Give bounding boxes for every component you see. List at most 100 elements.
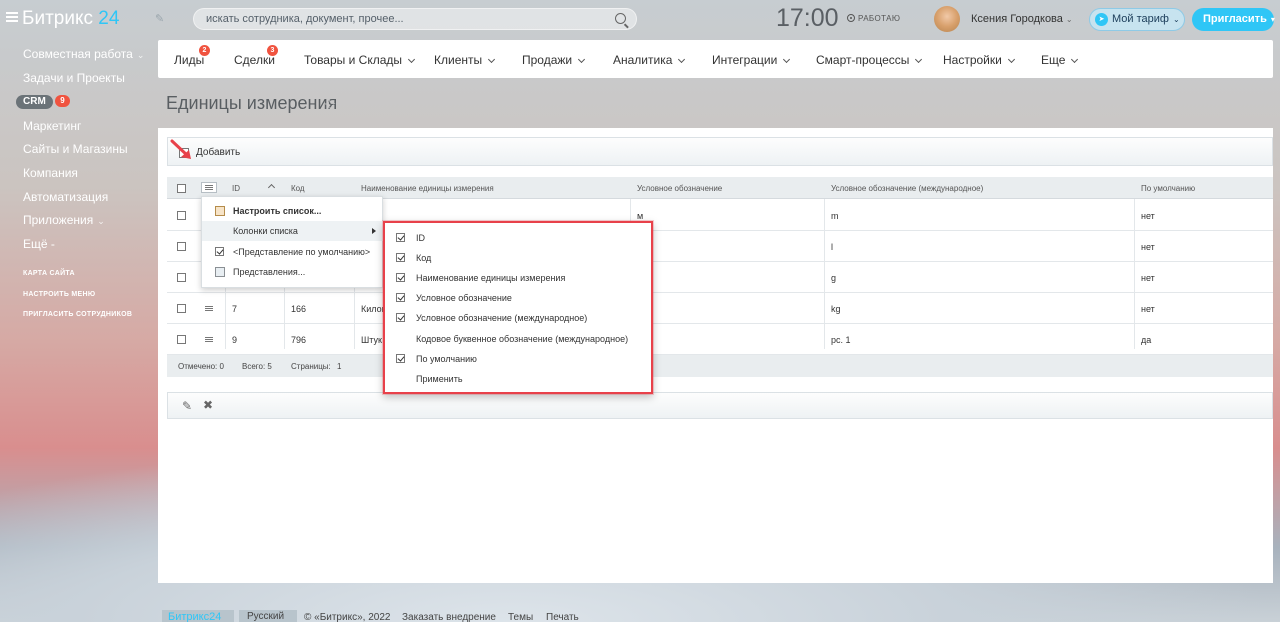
cell-default: нет [1141,304,1155,314]
column-toggle-intl-letter-code[interactable]: Кодовое буквенное обозначение (междунаро… [385,329,651,349]
star-icon[interactable]: ☆ [323,96,336,114]
column-toggle-code[interactable]: Код [385,248,651,268]
sidebar-item-tasks[interactable]: Задачи и Проекты [23,71,125,85]
chevron-down-icon [578,55,586,64]
row-actions-icon[interactable] [205,337,213,342]
checkbox-checked[interactable] [396,253,405,262]
tab-products[interactable]: Товары и Склады [304,53,416,67]
cell-default: нет [1141,273,1155,283]
menu-item-list-columns[interactable]: Колонки списка [202,221,384,241]
logo[interactable]: Битрикс 24 [22,8,119,30]
work-status[interactable]: РАБОТАЮ [847,14,900,23]
tab-analytics[interactable]: Аналитика [613,53,686,67]
search-box[interactable] [193,8,637,30]
menu-burger-icon[interactable] [6,12,18,22]
rocket-icon: ➤ [1095,13,1108,26]
sort-asc-icon[interactable] [267,183,276,192]
sidebar-item-crm[interactable]: CRM [16,95,53,109]
cell-intl-symbol: pc. 1 [831,335,851,345]
column-toggle-name[interactable]: Наименование единицы измерения [385,268,651,288]
row-checkbox[interactable] [177,335,186,344]
row-checkbox[interactable] [177,273,186,282]
column-toggle-intl-symbol[interactable]: Условное обозначение (международное) [385,308,651,328]
grid-settings-button[interactable] [201,182,217,193]
checkbox-checked[interactable] [396,354,405,363]
page-number[interactable]: 1 [337,362,341,371]
column-header-id[interactable]: ID [232,184,240,193]
tab-more[interactable]: Еще [1041,53,1079,67]
cell-intl-symbol: m [831,211,839,221]
row-checkbox[interactable] [177,211,186,220]
footer-logo[interactable]: Битрикс24 [162,610,234,622]
search-input[interactable] [194,9,594,29]
add-button[interactable]: Добавить [196,147,240,158]
top-header: Битрикс 24 ✎ 17:00 РАБОТАЮ Ксения Городк… [0,0,1280,40]
column-header-name[interactable]: Наименование единицы измерения [361,184,494,193]
tab-integrations[interactable]: Интеграции [712,53,791,67]
tab-deals[interactable]: Сделки 3 [234,45,278,67]
crm-top-nav: Лиды 2 Сделки 3 Товары и Склады Клиенты Пр… [158,40,1273,78]
tab-leads[interactable]: Лиды 2 [174,45,210,67]
row-checkbox[interactable] [177,242,186,251]
table-row[interactable]: 9 796 Штук pc. 1 да [167,324,1273,355]
column-header-symbol[interactable]: Условное обозначение [637,184,722,193]
row-actions-icon[interactable] [205,306,213,311]
checkbox-checked[interactable] [396,233,405,242]
checkbox-checked[interactable] [396,273,405,282]
apply-button[interactable]: Применить [385,369,651,389]
checkbox-checked[interactable] [396,293,405,302]
column-toggle-symbol[interactable]: Условное обозначение [385,288,651,308]
cell-intl-symbol: l [831,242,833,252]
cell-id: 7 [232,304,238,314]
list-settings-icon [205,185,213,190]
sidebar-link-configure-menu[interactable]: НАСТРОИТЬ МЕНЮ [23,291,95,298]
site-footer: Битрикс24 Русский © «Битрикс», 2022 Зака… [162,608,1162,622]
menu-item-configure-list[interactable]: Настроить список... [202,201,384,221]
menu-item-default-view[interactable]: <Представление по умолчанию> [202,242,384,262]
table-row[interactable]: 7 166 Килог kg нет [167,293,1273,324]
user-menu[interactable]: Ксения Городкова ⌄ [971,13,1073,25]
row-checkbox[interactable] [177,304,186,313]
column-toggle-default[interactable]: По умолчанию [385,349,651,369]
sidebar-item-company[interactable]: Компания [23,166,78,180]
select-all-checkbox[interactable] [177,184,186,193]
sidebar-item-sites[interactable]: Сайты и Магазины [23,142,128,156]
tariff-button[interactable]: ➤ Мой тариф ⌄ [1089,8,1185,31]
tab-sales[interactable]: Продажи [522,53,586,67]
column-header-code[interactable]: Код [291,184,305,193]
column-header-intl-symbol[interactable]: Условное обозначение (международное) [831,184,983,193]
selected-count: Отмечено: 0 [178,362,224,371]
sidebar-item-more[interactable]: Ещё - [23,237,55,251]
order-link[interactable]: Заказать внедрение [402,612,496,622]
invite-button[interactable]: Пригласить ▾ [1192,8,1275,31]
submenu-arrow-icon [372,228,376,234]
tab-settings[interactable]: Настройки [943,53,1015,67]
columns-submenu: ID Код Наименование единицы измерения Ус… [383,221,653,394]
sidebar-item-apps[interactable]: Приложения ⌄ [23,213,105,227]
sidebar-item-automation[interactable]: Автоматизация [23,190,108,204]
checkbox-checked[interactable] [396,313,405,322]
language-select[interactable]: Русский [239,610,297,622]
search-icon[interactable] [615,13,626,24]
chevron-down-icon: ⌄ [1065,15,1073,24]
chevron-down-icon [1071,55,1079,64]
tab-smart-processes[interactable]: Смарт-процессы [816,53,923,67]
edit-icon[interactable]: ✎ [182,399,192,413]
print-link[interactable]: Печать [546,612,579,622]
sidebar-link-invite[interactable]: ПРИГЛАСИТЬ СОТРУДНИКОВ [23,311,132,318]
edit-logo-icon[interactable]: ✎ [155,12,164,25]
crm-badge: 9 [55,95,70,107]
menu-item-views[interactable]: Представления... [202,262,384,282]
column-toggle-id[interactable]: ID [385,228,651,248]
avatar[interactable] [934,6,960,32]
sidebar-link-sitemap[interactable]: КАРТА САЙТА [23,270,75,277]
sidebar-item-marketing[interactable]: Маркетинг [23,119,81,133]
column-header-default[interactable]: По умолчанию [1141,184,1195,193]
themes-link[interactable]: Темы [508,612,533,622]
delete-icon[interactable]: ✖ [203,398,213,412]
views-icon [215,267,225,277]
configure-list-icon [215,206,225,216]
tab-clients[interactable]: Клиенты [434,53,496,67]
sidebar-item-collab[interactable]: Совместная работа ⌄ [23,47,144,61]
grid-footer: Отмечено: 0 Всего: 5 Страницы: 1 [167,355,1273,377]
